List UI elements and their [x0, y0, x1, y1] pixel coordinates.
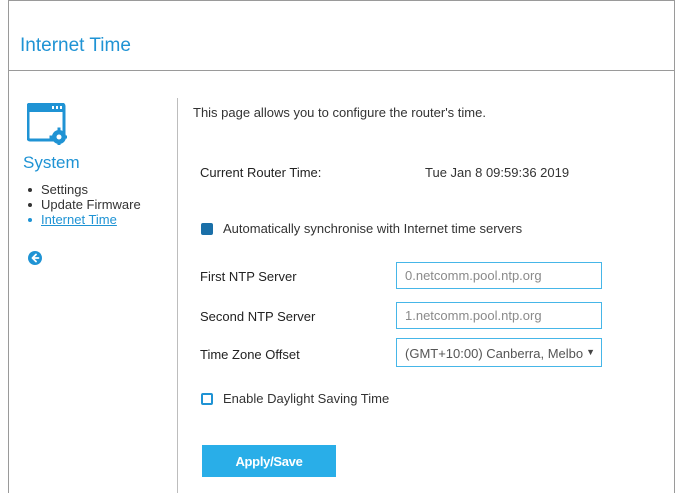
timezone-label: Time Zone Offset	[200, 347, 300, 362]
timezone-select[interactable]: (GMT+10:00) Canberra, Melbourne, Sydney …	[396, 338, 602, 367]
content-frame: Internet Time	[8, 0, 675, 493]
intro-text: This page allows you to configure the ro…	[193, 105, 486, 120]
first-ntp-label: First NTP Server	[200, 269, 297, 284]
title-bar: Internet Time	[9, 1, 674, 71]
dst-checkbox[interactable]	[201, 393, 213, 405]
sidebar-item-update-firmware[interactable]: Update Firmware	[27, 197, 141, 212]
dropdown-arrow-icon: ▼	[586, 347, 595, 357]
sidebar-nav: Settings Update Firmware Internet Time	[27, 182, 141, 227]
current-time-label: Current Router Time:	[200, 165, 322, 180]
auto-sync-checkbox[interactable]	[201, 223, 213, 235]
apply-save-button[interactable]: Apply/Save	[202, 445, 336, 477]
back-arrow-icon[interactable]	[28, 251, 42, 265]
first-ntp-input[interactable]	[396, 262, 602, 289]
sidebar-item-settings[interactable]: Settings	[27, 182, 141, 197]
page-title: Internet Time	[20, 35, 131, 56]
current-time-value: Tue Jan 8 09:59:36 2019	[425, 165, 570, 180]
vertical-divider	[177, 98, 178, 493]
system-settings-icon	[27, 103, 67, 145]
auto-sync-label: Automatically synchronise with Internet …	[223, 221, 523, 236]
sidebar-section-title: System	[23, 153, 80, 172]
second-ntp-label: Second NTP Server	[200, 309, 316, 324]
sidebar-item-internet-time[interactable]: Internet Time	[27, 212, 141, 227]
timezone-selected-value: (GMT+10:00) Canberra, Melbourne, Sydney	[405, 346, 583, 361]
dst-label: Enable Daylight Saving Time	[223, 391, 390, 406]
second-ntp-input[interactable]	[396, 302, 602, 329]
